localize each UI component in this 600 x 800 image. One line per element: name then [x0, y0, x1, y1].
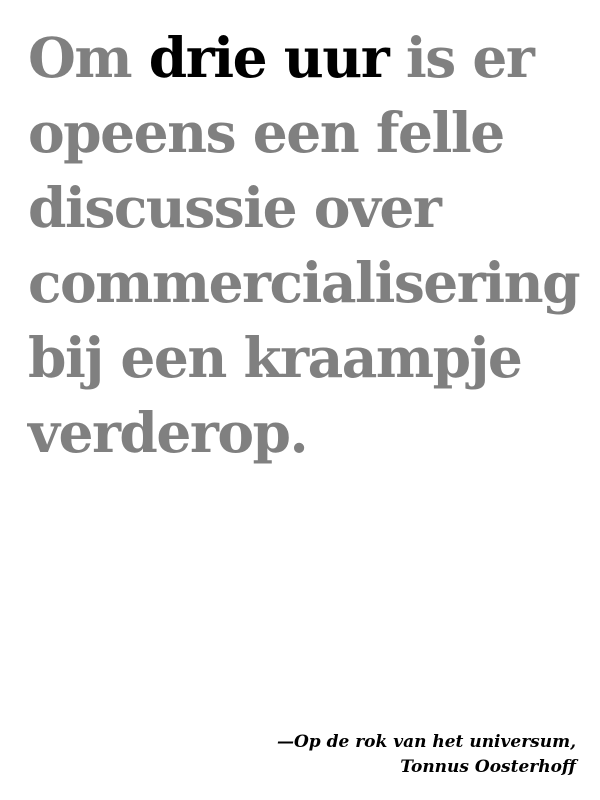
quote-line-6: verderop.	[28, 400, 309, 465]
attribution-author: Tonnus Oosterhoff	[400, 757, 576, 777]
quote-attribution: —Op de rok van het universum, Tonnus Oos…	[136, 730, 576, 780]
quote-line-4: commercialisering	[28, 250, 581, 315]
quote-line-1-start: Om	[28, 25, 149, 90]
quote-line-5: bij een kraampje	[28, 325, 523, 390]
quote-emphasis: drie uur	[148, 25, 390, 90]
quote-text: Om drie uur is er opeens een felle discu…	[28, 20, 588, 470]
quote-line-2: opeens een felle	[28, 100, 505, 165]
quote-line-1: Om drie uur is er	[28, 20, 588, 95]
quote-line-3: discussie over	[28, 175, 442, 240]
attribution-source: —Op de rok van het universum,	[276, 732, 576, 752]
quote-line-1-end: is er	[388, 25, 535, 90]
